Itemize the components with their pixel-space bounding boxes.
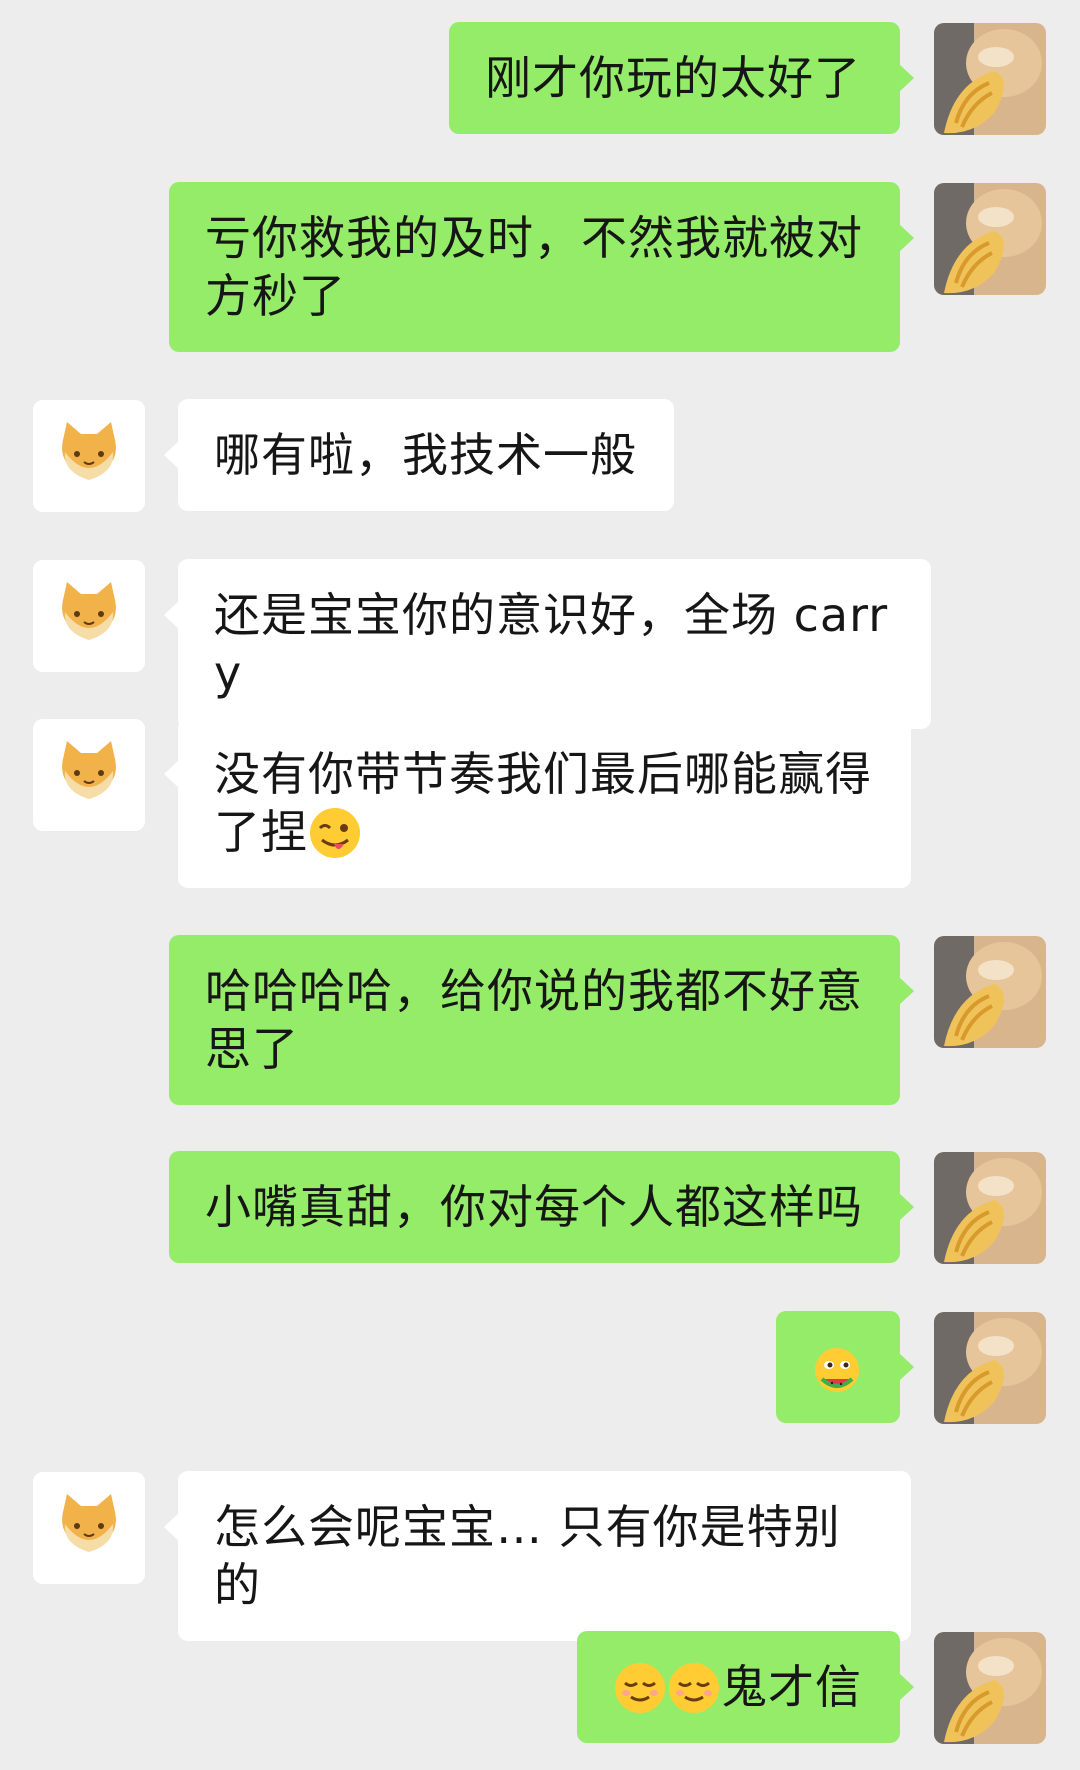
message-bubble-me[interactable] bbox=[776, 1311, 914, 1423]
orange-cat-face-icon bbox=[33, 1472, 145, 1584]
cat-with-fish-photo-icon bbox=[934, 936, 1046, 1048]
their-avatar[interactable] bbox=[33, 400, 145, 512]
relieved-face-emoji bbox=[667, 1661, 721, 1715]
orange-cat-face-icon bbox=[33, 560, 145, 672]
my-avatar[interactable] bbox=[934, 936, 1046, 1048]
my-avatar[interactable] bbox=[934, 1632, 1046, 1744]
winking-tongue-emoji bbox=[308, 806, 362, 860]
message-bubble-me[interactable]: 亏你救我的及时，不然我就被对方秒了 bbox=[169, 182, 914, 352]
eating-watermelon-emoji bbox=[810, 1345, 864, 1399]
cat-with-fish-photo-icon bbox=[934, 183, 1046, 295]
my-avatar[interactable] bbox=[934, 183, 1046, 295]
message-bubble-me[interactable]: 哈哈哈哈，给你说的我都不好意思了 bbox=[169, 935, 914, 1105]
relieved-face-emoji bbox=[613, 1661, 667, 1715]
their-avatar[interactable] bbox=[33, 719, 145, 831]
message-bubble-me[interactable]: 鬼才信 bbox=[577, 1631, 914, 1743]
message-text: 小嘴真甜，你对每个人都这样吗 bbox=[205, 1180, 863, 1234]
message-bubble-them[interactable]: 还是宝宝你的意识好，全场 carry bbox=[164, 559, 931, 729]
message-bubble-them[interactable]: 哪有啦，我技术一般 bbox=[164, 399, 674, 511]
cat-with-fish-photo-icon bbox=[934, 1312, 1046, 1424]
message-bubble-them[interactable]: 没有你带节奏我们最后哪能赢得了捏 bbox=[164, 718, 911, 888]
their-avatar[interactable] bbox=[33, 560, 145, 672]
message-bubble-me[interactable]: 刚才你玩的太好了 bbox=[449, 22, 914, 134]
their-avatar[interactable] bbox=[33, 1472, 145, 1584]
chat-area: 刚才你玩的太好了 亏你救我的及时，不然我就被对方秒了 哪有啦，我技术一般 还是宝… bbox=[0, 0, 1080, 1770]
cat-with-fish-photo-icon bbox=[934, 1632, 1046, 1744]
message-text: 哈哈哈哈，给你说的我都不好意思了 bbox=[205, 964, 863, 1076]
my-avatar[interactable] bbox=[934, 23, 1046, 135]
message-text: 哪有啦，我技术一般 bbox=[214, 428, 637, 482]
message-text: 还是宝宝你的意识好，全场 carry bbox=[214, 588, 889, 700]
message-bubble-them[interactable]: 怎么会呢宝宝… 只有你是特别的 bbox=[164, 1471, 911, 1641]
my-avatar[interactable] bbox=[934, 1152, 1046, 1264]
message-text: 鬼才信 bbox=[721, 1660, 862, 1714]
message-bubble-me[interactable]: 小嘴真甜，你对每个人都这样吗 bbox=[169, 1151, 914, 1263]
cat-with-fish-photo-icon bbox=[934, 23, 1046, 135]
message-text: 刚才你玩的太好了 bbox=[485, 51, 861, 105]
message-text: 亏你救我的及时，不然我就被对方秒了 bbox=[205, 211, 863, 323]
my-avatar[interactable] bbox=[934, 1312, 1046, 1424]
cat-with-fish-photo-icon bbox=[934, 1152, 1046, 1264]
message-text: 怎么会呢宝宝… 只有你是特别的 bbox=[214, 1500, 841, 1612]
orange-cat-face-icon bbox=[33, 719, 145, 831]
orange-cat-face-icon bbox=[33, 400, 145, 512]
